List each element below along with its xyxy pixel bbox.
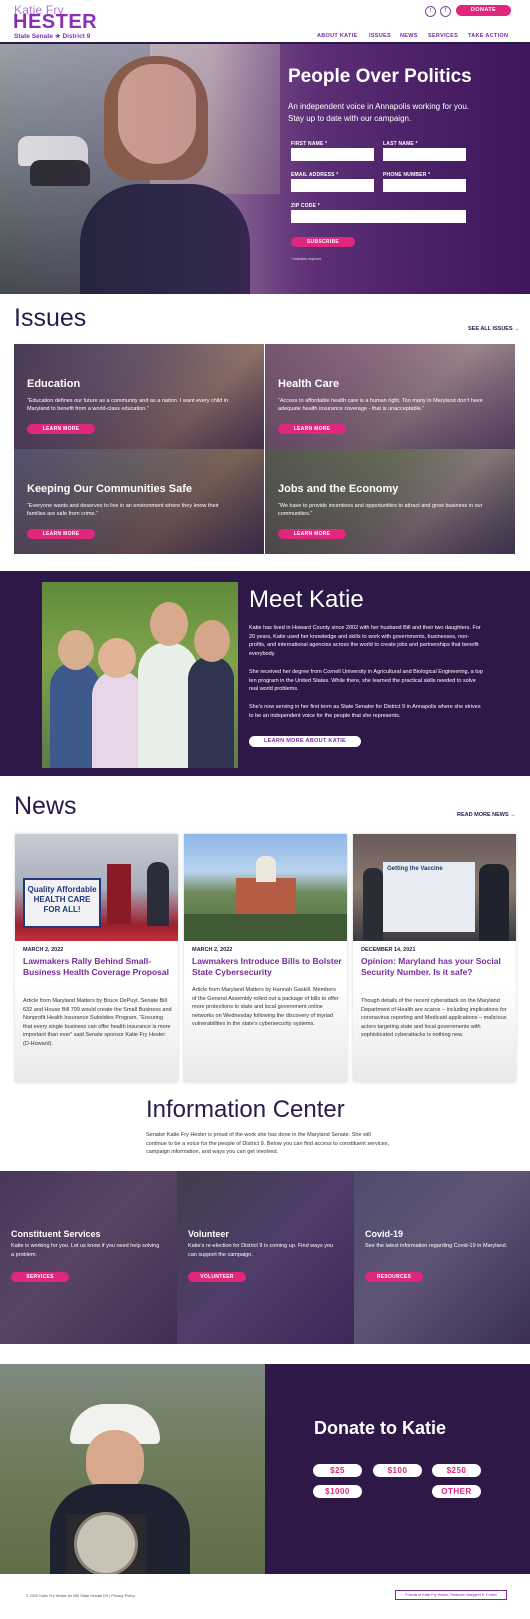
email-label: EMAIL ADDRESS *: [291, 172, 339, 178]
nav-services[interactable]: SERVICES: [428, 33, 458, 39]
site-header: Katie Fry HESTER State Senate ★ District…: [0, 0, 530, 44]
hero-title: People Over Politics: [288, 66, 472, 87]
issue-quote: “We have to provide incentives and oppor…: [278, 503, 483, 517]
news-card[interactable]: MARCH 2, 2022 Lawmakers Introduce Bills …: [184, 834, 347, 1082]
meet-paragraph: She received her degree from Cornell Uni…: [249, 669, 483, 692]
email-input[interactable]: [291, 179, 374, 192]
meet-katie-title: Meet Katie: [249, 586, 364, 613]
footer-copyright: © 2020 Katie Fry Hester for MD State Sen…: [26, 1594, 135, 1598]
news-excerpt: Article from Maryland Matters by Bruce D…: [23, 998, 172, 1047]
hero-section: People Over Politics An independent voic…: [0, 44, 530, 294]
news-title: News: [14, 792, 77, 820]
info-panel-title: Volunteer: [188, 1229, 229, 1239]
issue-quote: “Education defines our future as a commu…: [27, 398, 229, 412]
info-panel-text: See the latest information regarding Cov…: [365, 1243, 508, 1249]
info-panel-title: Covid-19: [365, 1229, 404, 1239]
twitter-icon[interactable]: t: [425, 6, 436, 17]
news-headline[interactable]: Opinion: Maryland has your Social Securi…: [361, 956, 511, 978]
info-panel-text: Katie is working for you. Let us know if…: [11, 1243, 160, 1258]
footer-authority-line: Friends of Katie Fry Hester, Treasurer M…: [395, 1590, 507, 1600]
issue-title: Health Care: [278, 378, 340, 390]
nav-take-action[interactable]: TAKE ACTION: [468, 33, 508, 39]
issue-tile-education[interactable]: Education “Education defines our future …: [14, 344, 264, 449]
issue-tile-jobs-economy[interactable]: Jobs and the Economy “We have to provide…: [265, 449, 515, 554]
info-panel-volunteer[interactable]: Volunteer Katie’s re-election for Distri…: [177, 1171, 354, 1344]
information-center-title: Information Center: [146, 1096, 345, 1123]
learn-more-button[interactable]: LEARN MORE: [278, 424, 346, 434]
read-more-news-link[interactable]: READ MORE NEWS →: [457, 812, 516, 818]
phone-label: PHONE NUMBER *: [383, 172, 431, 178]
nav-issues[interactable]: ISSUES: [369, 33, 391, 39]
news-date: MARCH 2, 2022: [23, 947, 64, 953]
news-excerpt: Article from Maryland Matters by Hannah …: [192, 987, 339, 1027]
facebook-icon[interactable]: f: [440, 6, 451, 17]
meet-paragraph: She’s now serving in her first term as S…: [249, 704, 481, 719]
subscribe-button[interactable]: SUBSCRIBE: [291, 237, 355, 247]
news-headline[interactable]: Lawmakers Rally Behind Small-Business He…: [23, 956, 173, 978]
meet-paragraph: Katie has lived in Howard County since 2…: [249, 625, 481, 657]
issue-tile-health-care[interactable]: Health Care “Access to affordable health…: [265, 344, 515, 449]
donate-amount-100[interactable]: $100: [373, 1464, 422, 1477]
info-panel-title: Constituent Services: [11, 1229, 101, 1239]
news-image-press-briefing: Getting the Vaccine: [353, 834, 516, 941]
phone-input[interactable]: [383, 179, 466, 192]
info-panel-constituent-services[interactable]: Constituent Services Katie is working fo…: [0, 1171, 177, 1344]
news-image-statehouse: [184, 834, 347, 941]
page: { "header": { "logo_top": "Katie Fry", "…: [0, 0, 530, 1619]
hero-intro: An independent voice in Annapolis workin…: [288, 102, 470, 123]
news-card[interactable]: Getting the Vaccine DECEMBER 14, 2021 Op…: [353, 834, 516, 1082]
issue-tile-communities-safe[interactable]: Keeping Our Communities Safe “Everyone w…: [14, 449, 264, 554]
logo-last-name[interactable]: HESTER: [13, 11, 97, 34]
donate-amount-25[interactable]: $25: [313, 1464, 362, 1477]
info-panel-text: Katie’s re-election for District 9 is co…: [188, 1243, 334, 1258]
nav-about-katie[interactable]: ABOUT KATIE: [317, 33, 357, 39]
news-image-rally: Quality Affordable HEALTH CARE FOR ALL!: [15, 834, 178, 941]
issue-title: Keeping Our Communities Safe: [27, 483, 193, 495]
zip-input[interactable]: [291, 210, 466, 223]
resources-button[interactable]: RESOURCES: [365, 1272, 423, 1282]
donate-button[interactable]: DONATE: [456, 5, 511, 16]
issue-quote: “Access to affordable health care is a h…: [278, 398, 483, 412]
donate-amount-1000[interactable]: $1000: [313, 1485, 362, 1498]
rally-sign: Quality Affordable HEALTH CARE FOR ALL!: [23, 878, 101, 928]
required-note: * indicates required: [291, 257, 321, 261]
see-all-issues-link[interactable]: SEE ALL ISSUES →: [468, 326, 520, 332]
zip-label: ZIP CODE *: [291, 203, 320, 209]
donate-amount-250[interactable]: $250: [432, 1464, 481, 1477]
issue-quote: “Everyone wants and deserves to live in …: [27, 503, 219, 517]
learn-more-button[interactable]: LEARN MORE: [278, 529, 346, 539]
donate-amount-other[interactable]: OTHER: [432, 1485, 481, 1498]
news-date: DECEMBER 14, 2021: [361, 947, 416, 953]
services-button[interactable]: SERVICES: [11, 1272, 69, 1282]
news-card[interactable]: Quality Affordable HEALTH CARE FOR ALL! …: [15, 834, 178, 1082]
family-photo: [42, 582, 238, 768]
learn-more-about-katie-button[interactable]: LEARN MORE ABOUT KATIE: [249, 736, 361, 747]
issue-title: Jobs and the Economy: [278, 483, 399, 495]
donate-title: Donate to Katie: [314, 1418, 447, 1438]
information-center-text: Senator Katie Fry Hester is proud of the…: [146, 1132, 390, 1155]
nav-news[interactable]: NEWS: [400, 33, 418, 39]
first-name-label: FIRST NAME *: [291, 141, 328, 147]
learn-more-button[interactable]: LEARN MORE: [27, 424, 95, 434]
issue-title: Education: [27, 378, 81, 390]
news-excerpt: Though details of the recent cyberattack…: [361, 998, 507, 1038]
learn-more-button[interactable]: LEARN MORE: [27, 529, 95, 539]
donate-photo: [0, 1364, 265, 1574]
first-name-input[interactable]: [291, 148, 374, 161]
issues-title: Issues: [14, 304, 87, 332]
info-panel-covid-19[interactable]: Covid-19 See the latest information rega…: [354, 1171, 530, 1344]
vaccine-screen: Getting the Vaccine: [383, 862, 475, 932]
news-headline[interactable]: Lawmakers Introduce Bills to Bolster Sta…: [192, 956, 342, 978]
last-name-input[interactable]: [383, 148, 466, 161]
volunteer-button[interactable]: VOLUNTEER: [188, 1272, 246, 1282]
last-name-label: LAST NAME *: [383, 141, 418, 147]
logo-tagline: State Senate ★ District 9: [14, 33, 91, 40]
news-date: MARCH 2, 2022: [192, 947, 233, 953]
